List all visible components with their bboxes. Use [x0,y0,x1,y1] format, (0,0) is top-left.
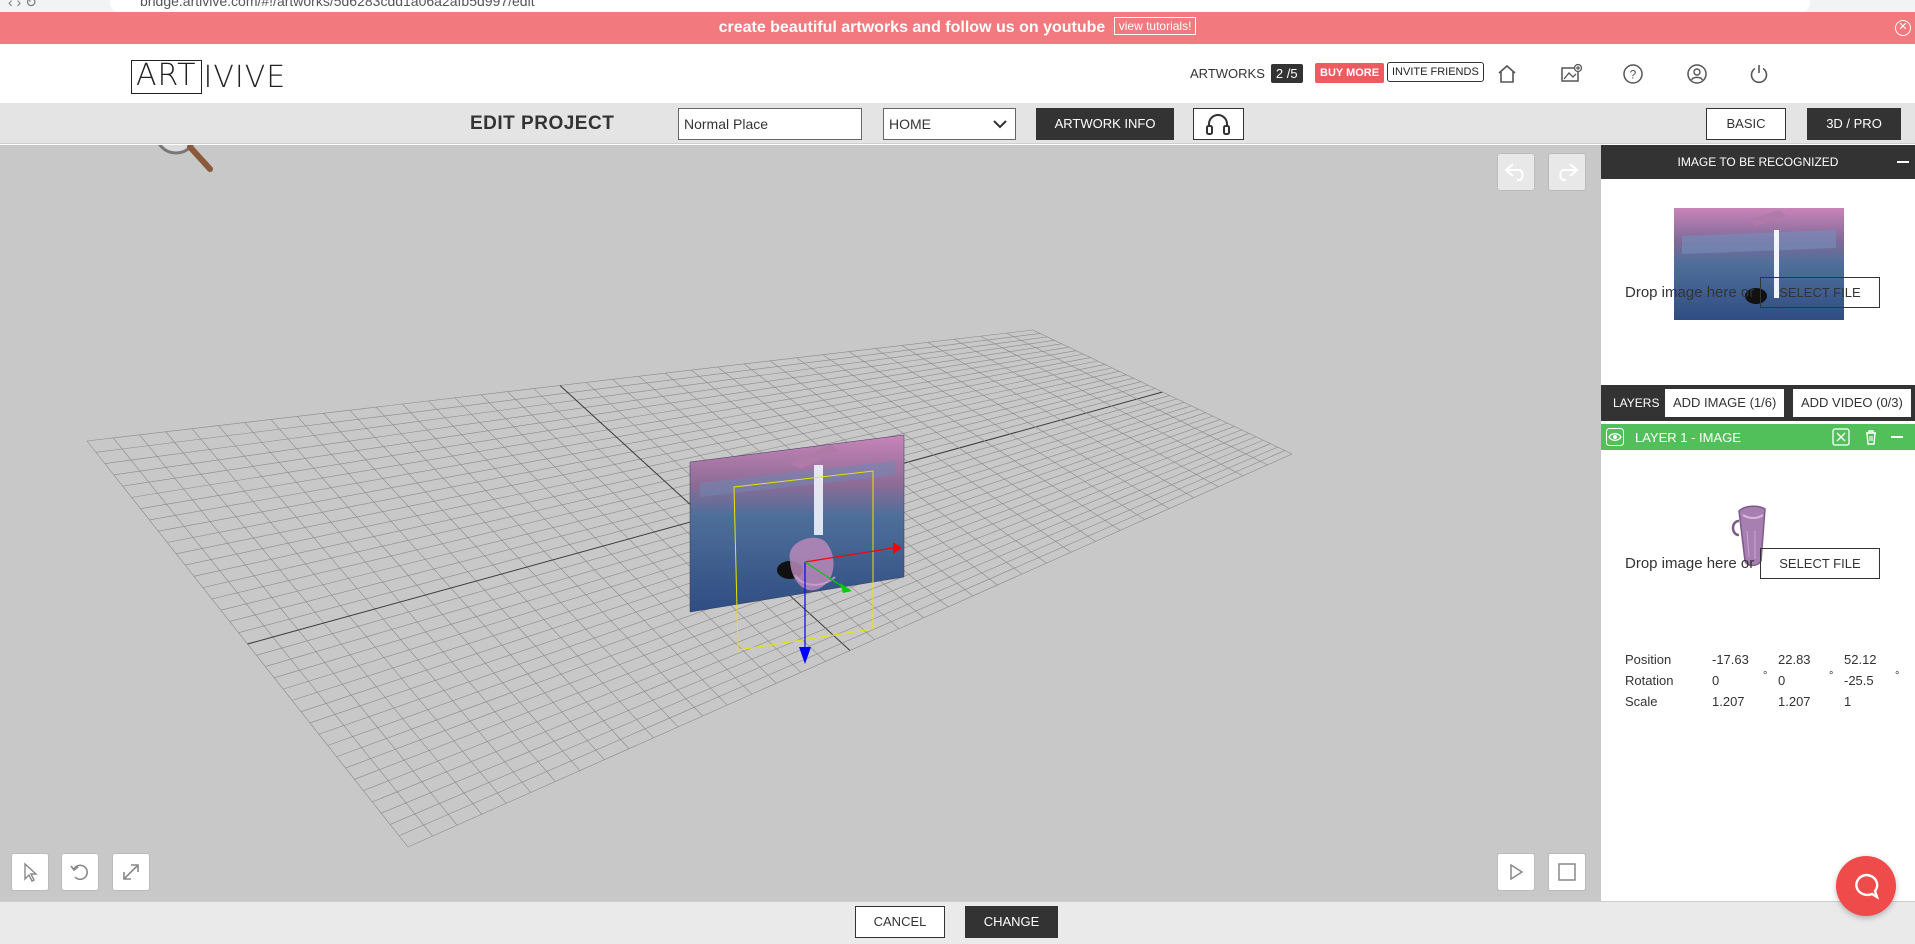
scale-icon [123,864,139,880]
rotation-z[interactable]: -25.5 [1844,673,1874,688]
play-button[interactable] [1497,853,1535,891]
rotation-z-degree: ° [1895,670,1900,682]
rotation-x-degree: ° [1763,670,1768,682]
promo-text: create beautiful artworks and follow us … [718,19,1106,36]
position-x[interactable]: -17.63 [1712,652,1749,667]
undo-button[interactable] [1497,153,1535,191]
position-label: Position [1625,652,1672,667]
help-icon[interactable]: ? [1621,62,1645,86]
page-title: EDIT PROJECT [470,113,615,134]
buy-more-button[interactable]: BUY MORE [1315,63,1385,83]
rotation-y[interactable]: 0 [1778,673,1785,688]
chat-button[interactable] [1836,856,1896,916]
layer-select-file-button[interactable]: SELECT FILE [1760,548,1880,579]
account-icon[interactable] [1685,62,1709,86]
view-tutorials-link[interactable]: view tutorials! [1113,17,1197,35]
redo-icon [1559,163,1579,181]
chat-icon [1855,873,1880,900]
artworks-count-badge: 2 /5 [1270,64,1303,83]
audio-button[interactable] [1193,108,1244,140]
cancel-button[interactable]: CANCEL [855,906,945,938]
rotation-label: Rotation [1625,673,1674,688]
target-image-header: IMAGE TO BE RECOGNIZED [1601,145,1915,179]
rotation-x[interactable]: 0 [1712,673,1719,688]
stop-icon [1558,863,1576,881]
add-video-button[interactable]: ADD VIDEO (0/3) [1793,389,1911,417]
artworks-counter: ARTWORKS 2 /5 [1190,64,1303,83]
pro-mode-button[interactable]: 3D / PRO [1807,108,1901,140]
select-tool-button[interactable] [11,853,49,891]
bottom-action-bar: CANCEL CHANGE [0,901,1915,944]
category-select[interactable]: HOME [883,108,1016,140]
scale-z[interactable]: 1 [1844,694,1851,709]
change-button[interactable]: CHANGE [965,906,1058,938]
magnifier-icon[interactable] [150,145,220,177]
invite-friends-button[interactable]: INVITE FRIENDS [1387,62,1484,82]
logo-boxed-text: ART [131,60,202,94]
stop-button[interactable] [1548,853,1586,891]
scale-y[interactable]: 1.207 [1778,694,1811,709]
artivive-logo[interactable]: ART IVIVE [131,59,287,95]
svg-text:?: ? [1630,68,1637,82]
layer-title: LAYER 1 - IMAGE [1635,430,1741,445]
redo-button[interactable] [1548,153,1586,191]
cursor-icon [24,862,38,882]
properties-panel: IMAGE TO BE RECOGNIZED Drop image here o… [1601,145,1915,901]
fit-icon[interactable] [1832,428,1850,446]
target-drop-text: Drop image here or [1625,284,1755,301]
grid-line-u [927,342,1194,498]
grid-line-u [954,338,1219,488]
target-image-title: IMAGE TO BE RECOGNIZED [1677,155,1839,169]
project-toolbar: EDIT PROJECT HOME ARTWORK INFO BASIC 3D … [0,104,1915,144]
headphones-icon [1206,114,1230,135]
project-name-input[interactable] [678,108,862,140]
undo-icon [1504,163,1524,181]
grid-line-u [1032,329,1293,455]
rotate-tool-button[interactable] [61,853,99,891]
scale-tool-button[interactable] [112,853,150,891]
scale-label: Scale [1625,694,1658,709]
scene-canvas[interactable] [0,145,1601,901]
artwork-plane[interactable] [689,434,905,613]
logo-rest-text: IVIVE [203,59,287,95]
eye-icon[interactable] [1606,428,1624,446]
home-icon[interactable] [1495,62,1519,86]
ground-grid [86,329,1293,848]
artworks-label: ARTWORKS [1190,66,1265,81]
rotation-y-degree: ° [1829,670,1834,682]
rotate-icon [70,864,88,881]
top-navigation: ART IVIVE ARTWORKS 2 /5 BUY MORE INVITE … [0,44,1915,104]
category-value: HOME [889,116,931,132]
position-z[interactable]: 52.12 [1844,652,1877,667]
play-icon [1510,863,1524,881]
basic-mode-button[interactable]: BASIC [1706,108,1786,140]
add-image-button[interactable]: ADD IMAGE (1/6) [1665,389,1785,417]
grid-line-u [980,335,1244,477]
layers-bar: LAYERS ADD IMAGE (1/6) ADD VIDEO (0/3) [1601,385,1915,421]
close-banner-icon[interactable]: ✕ [1895,20,1911,36]
collapse-icon[interactable] [1897,161,1909,163]
scale-x[interactable]: 1.207 [1712,694,1745,709]
target-drop-zone[interactable]: Drop image here or SELECT FILE [1625,277,1880,308]
chevron-down-icon [993,120,1007,129]
browser-nav-icons[interactable]: ‹ › ↻ [8,0,37,11]
browser-url-bar[interactable]: bridge.artivive.com/#!/artworks/5d6283cd… [110,0,1810,12]
target-select-file-button[interactable]: SELECT FILE [1760,277,1880,308]
browser-chrome: ‹ › ↻ bridge.artivive.com/#!/artworks/5d… [0,0,1915,12]
layer-drop-zone[interactable]: Drop image here or SELECT FILE [1625,548,1880,579]
layers-label: LAYERS [1613,396,1660,410]
scene-viewport[interactable] [0,145,1601,901]
trash-icon[interactable] [1862,428,1880,446]
gallery-add-icon[interactable] [1559,62,1583,86]
position-y[interactable]: 22.83 [1778,652,1811,667]
artwork-info-button[interactable]: ARTWORK INFO [1036,108,1174,140]
layer-drop-text: Drop image here or [1625,555,1755,572]
layer-header[interactable]: LAYER 1 - IMAGE [1601,424,1915,450]
power-icon[interactable] [1747,62,1771,86]
layer-collapse-icon[interactable] [1891,436,1903,438]
promo-banner: create beautiful artworks and follow us … [0,12,1915,44]
